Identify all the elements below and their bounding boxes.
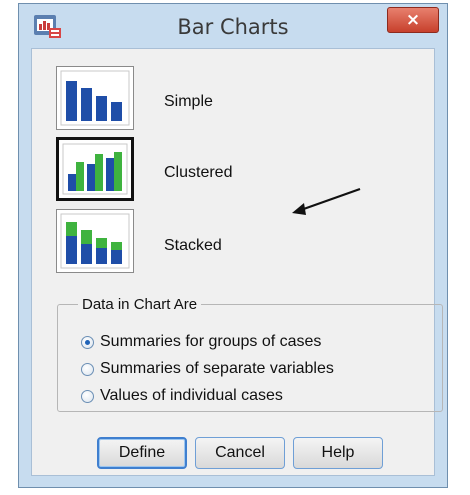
clustered-chart-option[interactable] (56, 137, 134, 201)
define-button[interactable]: Define (97, 437, 187, 469)
clustered-bar-chart-icon (62, 143, 128, 195)
data-in-chart-legend: Data in Chart Are (82, 296, 198, 313)
radio-summaries-groups[interactable]: Summaries for groups of cases (81, 333, 321, 351)
radio-label[interactable]: Values of individual cases (100, 387, 283, 405)
close-button[interactable]: × (387, 7, 439, 33)
stacked-label[interactable]: Stacked (164, 237, 222, 255)
simple-chart-option[interactable] (56, 66, 134, 130)
stacked-bar-chart-icon (60, 213, 130, 269)
pointer-arrow-icon (292, 187, 361, 215)
dialog-title: Bar Charts (177, 15, 289, 39)
radio-summaries-variables[interactable]: Summaries of separate variables (81, 360, 334, 378)
radio-label[interactable]: Summaries of separate variables (100, 360, 334, 378)
simple-label[interactable]: Simple (164, 93, 213, 111)
radio-label[interactable]: Summaries for groups of cases (100, 333, 321, 351)
stacked-chart-option[interactable] (56, 209, 134, 273)
clustered-label[interactable]: Clustered (164, 164, 232, 182)
help-button[interactable]: Help (293, 437, 383, 469)
bar-charts-dialog: Bar Charts × Simple Clustered Stacked Da… (18, 3, 448, 488)
radio-button[interactable] (81, 362, 94, 376)
simple-bar-chart-icon (60, 70, 130, 126)
title-bar: Bar Charts × (19, 4, 447, 48)
radio-button[interactable] (81, 389, 94, 403)
radio-individual-cases[interactable]: Values of individual cases (81, 387, 283, 405)
cancel-button[interactable]: Cancel (195, 437, 285, 469)
radio-button-checked[interactable] (81, 335, 94, 349)
